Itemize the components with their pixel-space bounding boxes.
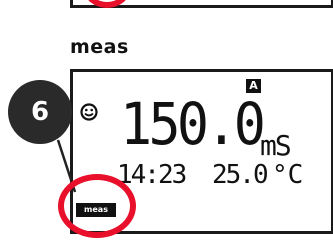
meas-highlight-circle xyxy=(58,174,136,238)
callout-number-badge: 6 xyxy=(8,80,72,144)
